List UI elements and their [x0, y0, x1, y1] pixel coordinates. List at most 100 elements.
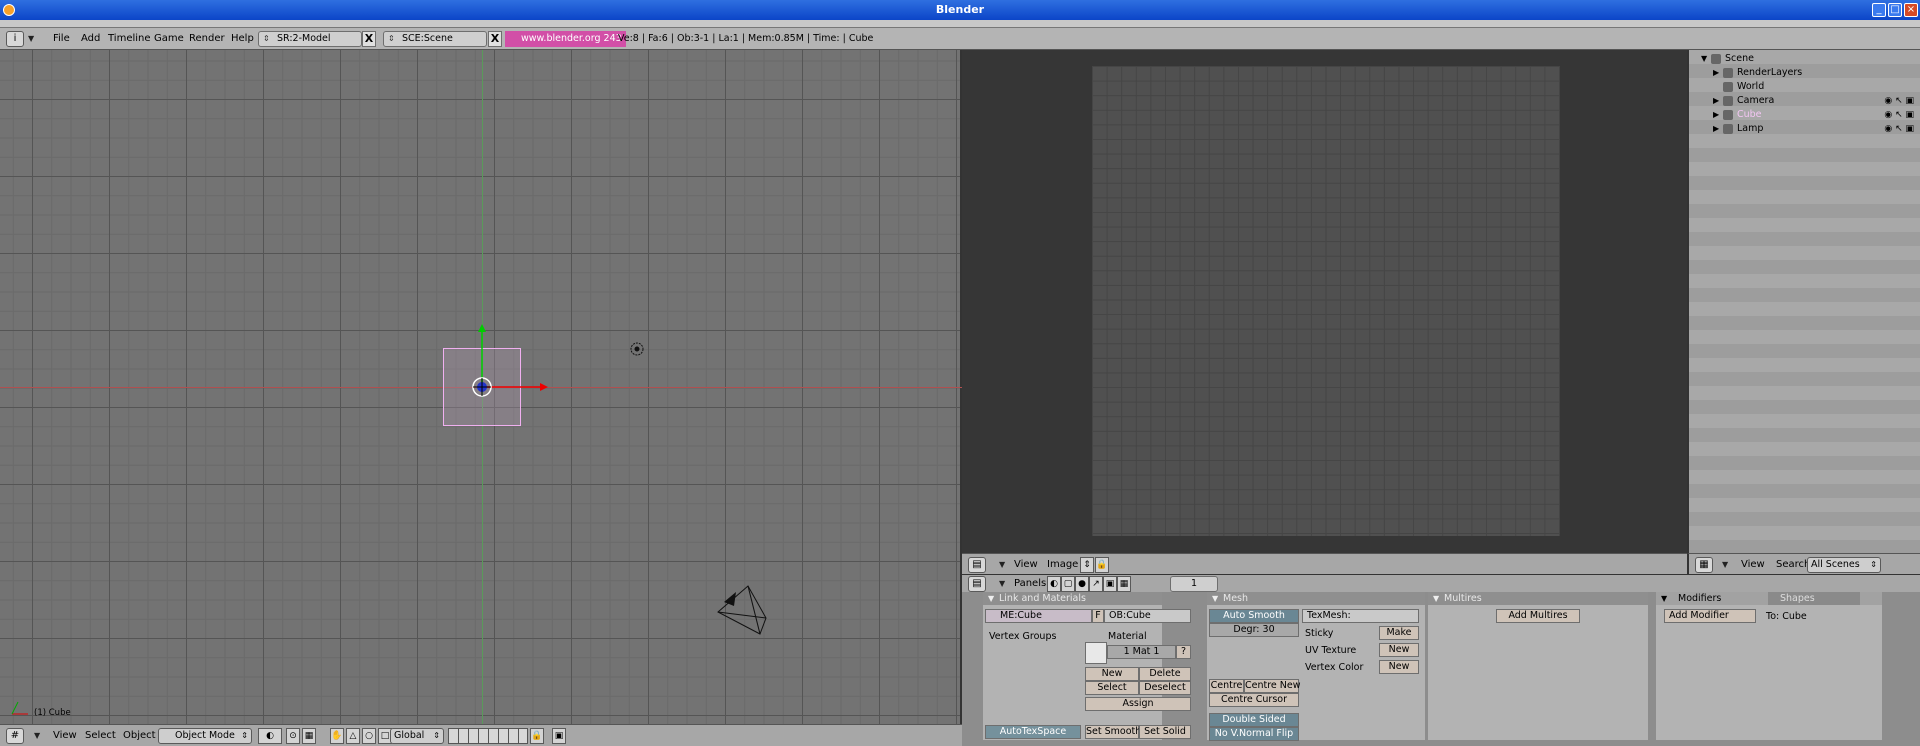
centre-cursor-button[interactable]: Centre Cursor — [1209, 693, 1299, 707]
logic-panel-icon[interactable]: ◐ — [1047, 576, 1061, 592]
double-sided-toggle[interactable]: Double Sided — [1209, 713, 1299, 727]
buttons-window-type-icon[interactable]: ▤ — [968, 576, 986, 592]
expand-arrow-icon[interactable]: ▶ — [1713, 66, 1723, 80]
screen-selector[interactable]: ⇕ SR:2-Model — [258, 31, 362, 47]
menu-render[interactable]: Render — [189, 33, 225, 44]
collapse-outliner-menu-icon[interactable]: ▼ — [1722, 560, 1728, 569]
image-browse-button[interactable]: ⇕ — [1080, 557, 1094, 573]
pivot-button[interactable]: ⊙ — [286, 728, 300, 744]
outliner-item-renderlayers[interactable]: ▶ RenderLayers — [1713, 66, 1920, 80]
visibility-icons[interactable]: ◉ ↖ ▣ — [1884, 94, 1914, 108]
tab-modifiers[interactable]: Modifiers — [1678, 592, 1721, 605]
menu-timeline[interactable]: Timeline — [108, 33, 151, 44]
transform-manipulator[interactable] — [450, 320, 550, 400]
expand-arrow-icon[interactable]: ▶ — [1713, 108, 1723, 122]
multires-header[interactable]: ▼ Multires — [1428, 592, 1648, 605]
rotate-manipulator-button[interactable]: ○ — [362, 728, 376, 744]
outliner-item-camera[interactable]: ▶ Camera ◉ ↖ ▣ — [1713, 94, 1920, 108]
uv-window-type-icon[interactable]: ▤ — [968, 557, 986, 573]
delete-screen-button[interactable]: X — [362, 31, 376, 47]
object-name-field[interactable]: OB:Cube — [1104, 609, 1191, 623]
lamp-icon[interactable] — [627, 339, 647, 359]
expand-arrow-icon[interactable]: ▼ — [1701, 52, 1711, 66]
info-window-type-icon[interactable]: i — [6, 31, 24, 47]
object-panel-icon[interactable]: ↗ — [1089, 576, 1103, 592]
expand-arrow-icon[interactable]: ▶ — [1713, 94, 1723, 108]
sticky-make-button[interactable]: Make — [1379, 626, 1419, 640]
uv-texture-new-button[interactable]: New — [1379, 643, 1419, 657]
collapse-3d-menu-icon[interactable]: ▼ — [34, 731, 40, 740]
outliner[interactable]: ▼ Scene ▶ RenderLayers World ▶ Camera ◉ ↖ ▣ ▶ Cub… — [1687, 50, 1920, 553]
outliner-item-world[interactable]: World — [1713, 80, 1920, 94]
add-modifier-button[interactable]: Add Modifier — [1664, 609, 1756, 623]
camera-icon[interactable] — [714, 582, 774, 638]
material-new-button[interactable]: New — [1085, 667, 1139, 681]
auto-smooth-toggle[interactable]: Auto Smooth — [1209, 609, 1299, 623]
shading-panel-icon[interactable]: ● — [1075, 576, 1089, 592]
degr-slider[interactable]: Degr: 30 — [1209, 623, 1299, 637]
menu-outliner-view[interactable]: View — [1741, 559, 1765, 570]
orientation-selector[interactable]: Global ⇕ — [390, 728, 444, 744]
menu-game[interactable]: Game — [154, 33, 184, 44]
material-color-swatch[interactable] — [1085, 642, 1107, 664]
mesh-header[interactable]: ▼ Mesh — [1207, 592, 1425, 605]
editing-panel-icon[interactable]: ▣ — [1103, 576, 1117, 592]
expand-arrow-icon[interactable]: ▶ — [1713, 122, 1723, 136]
add-multires-button[interactable]: Add Multires — [1496, 609, 1580, 623]
outliner-item-cube[interactable]: ▶ Cube ◉ ↖ ▣ — [1713, 108, 1920, 122]
scope-selector[interactable]: All Scenes ⇕ — [1807, 557, 1881, 573]
menu-object[interactable]: Object — [123, 730, 156, 741]
menu-add[interactable]: Add — [81, 33, 100, 44]
menu-help[interactable]: Help — [231, 33, 254, 44]
draw-type-button[interactable]: ◐ — [258, 728, 282, 744]
outliner-window-type-icon[interactable]: ▦ — [1695, 557, 1713, 573]
menu-select[interactable]: Select — [85, 730, 116, 741]
mesh-datablock-field[interactable]: ME:Cube — [985, 609, 1092, 623]
texmesh-field[interactable]: TexMesh: — [1302, 609, 1419, 623]
no-v-normal-flip-toggle[interactable]: No V.Normal Flip — [1209, 727, 1299, 741]
script-panel-icon[interactable]: ▢ — [1061, 576, 1075, 592]
material-deselect-button[interactable]: Deselect — [1139, 681, 1191, 695]
visibility-icons[interactable]: ◉ ↖ ▣ — [1884, 122, 1914, 136]
menu-image[interactable]: Image — [1047, 559, 1078, 570]
centre-new-button[interactable]: Centre New — [1244, 679, 1301, 693]
collapse-uv-menu-icon[interactable]: ▼ — [999, 560, 1005, 569]
blender-web-link[interactable]: www.blender.org 243 — [505, 31, 626, 47]
centre-button[interactable]: Centre — [1209, 679, 1244, 693]
delete-scene-button[interactable]: X — [488, 31, 502, 47]
set-solid-button[interactable]: Set Solid — [1139, 725, 1191, 739]
scene-panel-icon[interactable]: ▦ — [1117, 576, 1131, 592]
lock-layers-icon[interactable]: 🔒 — [530, 728, 544, 744]
set-smooth-button[interactable]: Set Smooth — [1085, 725, 1141, 739]
link-materials-header[interactable]: ▼ Link and Materials — [983, 592, 1162, 605]
layer-toggle-button[interactable]: ▦ — [302, 728, 316, 744]
manipulator-toggle-button[interactable]: ✋ — [330, 728, 344, 744]
image-lock-icon[interactable]: 🔒 — [1095, 557, 1109, 573]
material-assign-button[interactable]: Assign — [1085, 697, 1191, 711]
translate-manipulator-button[interactable]: △ — [346, 728, 360, 744]
3d-window-type-icon[interactable]: # — [6, 728, 24, 744]
minimize-button[interactable]: _ — [1872, 3, 1886, 17]
close-button[interactable]: × — [1904, 3, 1918, 17]
frame-number-field[interactable]: 1 — [1170, 576, 1218, 592]
collapse-menu-icon[interactable]: ▼ — [28, 34, 34, 43]
material-slot-selector[interactable]: 1 Mat 1 — [1107, 645, 1176, 659]
collapse-buttons-menu-icon[interactable]: ▼ — [999, 579, 1005, 588]
uv-image-editor[interactable] — [962, 50, 1687, 553]
vertex-color-new-button[interactable]: New — [1379, 660, 1419, 674]
menu-view[interactable]: View — [53, 730, 77, 741]
visibility-icons[interactable]: ◉ ↖ ▣ — [1884, 108, 1914, 122]
scene-selector[interactable]: ⇕ SCE:Scene — [383, 31, 487, 47]
tab-shapes[interactable]: Shapes — [1768, 592, 1860, 605]
material-delete-button[interactable]: Delete — [1139, 667, 1191, 681]
render-preview-icon[interactable]: ▣ — [552, 728, 566, 744]
maximize-button[interactable]: □ — [1888, 3, 1902, 17]
autotexspace-button[interactable]: AutoTexSpace — [985, 725, 1081, 739]
fake-user-button[interactable]: F — [1092, 609, 1104, 623]
menu-search[interactable]: Search — [1776, 559, 1810, 570]
menu-uv-view[interactable]: View — [1014, 559, 1038, 570]
menu-file[interactable]: File — [53, 33, 70, 44]
material-help-button[interactable]: ? — [1176, 645, 1191, 659]
3d-viewport[interactable]: (1) Cube — [0, 50, 962, 724]
layer-buttons[interactable] — [448, 728, 528, 744]
